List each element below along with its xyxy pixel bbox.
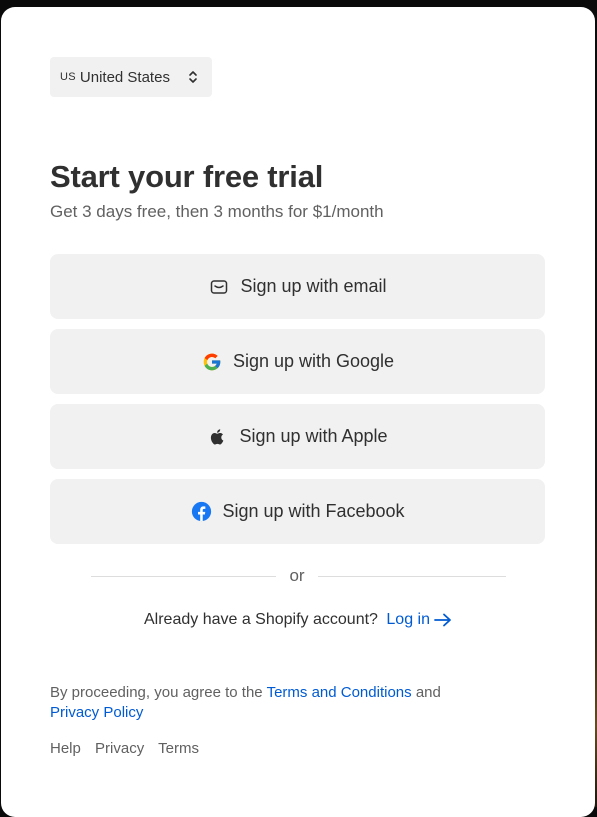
page-title: Start your free trial bbox=[50, 159, 324, 194]
legal-notice: By proceeding, you agree to the Terms an… bbox=[50, 683, 510, 723]
divider-text: or bbox=[289, 566, 305, 585]
country-code: US bbox=[60, 71, 76, 83]
arrow-right-icon bbox=[434, 613, 451, 627]
footer-help-link[interactable]: Help bbox=[50, 740, 81, 757]
login-link-label: Log in bbox=[386, 611, 430, 628]
divider-line-left bbox=[91, 576, 276, 577]
login-prompt-text: Already have a Shopify account? bbox=[144, 611, 378, 628]
footer-terms-link[interactable]: Terms bbox=[158, 740, 199, 757]
legal-prefix: By proceeding, you agree to the bbox=[50, 684, 263, 701]
country-selector[interactable]: US United States bbox=[50, 57, 212, 97]
signup-email-label: Sign up with email bbox=[240, 276, 387, 296]
legal-and: and bbox=[415, 684, 441, 701]
page-subtitle: Get 3 days free, then 3 months for $1/mo… bbox=[50, 202, 384, 221]
login-prompt: Already have a Shopify account? Log in bbox=[1, 611, 595, 629]
privacy-policy-link[interactable]: Privacy Policy bbox=[50, 704, 143, 721]
country-name: United States bbox=[79, 68, 170, 86]
signup-email-button[interactable]: Sign up with email bbox=[50, 254, 545, 319]
footer-links: Help Privacy Terms bbox=[50, 740, 209, 757]
signup-google-button[interactable]: Sign up with Google bbox=[50, 329, 545, 394]
signup-card: US United States Start your free trial G… bbox=[1, 7, 595, 817]
google-icon bbox=[201, 351, 223, 373]
signup-facebook-button[interactable]: Sign up with Facebook bbox=[50, 479, 545, 544]
signup-google-label: Sign up with Google bbox=[232, 351, 395, 371]
terms-link[interactable]: Terms and Conditions bbox=[267, 684, 412, 701]
apple-icon bbox=[207, 426, 229, 448]
divider-line-right bbox=[318, 576, 506, 577]
signup-facebook-label: Sign up with Facebook bbox=[222, 501, 405, 521]
envelope-icon bbox=[208, 276, 230, 298]
login-link[interactable]: Log in bbox=[386, 611, 452, 629]
signup-apple-button[interactable]: Sign up with Apple bbox=[50, 404, 545, 469]
select-arrows-icon bbox=[189, 71, 197, 83]
signup-apple-label: Sign up with Apple bbox=[239, 426, 388, 446]
footer-privacy-link[interactable]: Privacy bbox=[95, 740, 144, 757]
facebook-icon bbox=[190, 501, 212, 523]
